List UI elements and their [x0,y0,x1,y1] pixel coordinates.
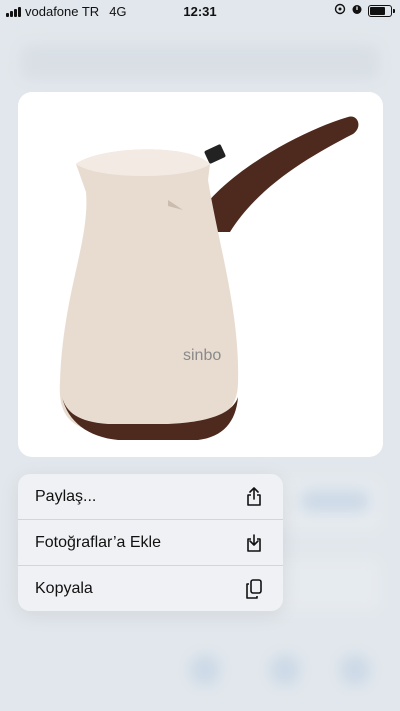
image-preview: sinbo [18,92,383,457]
context-menu: Paylaş... Fotoğraflar’a Ekle Kopyala [18,474,283,611]
alarm-icon [351,3,363,18]
share-menu-item[interactable]: Paylaş... [18,474,283,520]
copy-label: Kopyala [35,579,93,597]
save-to-photos-label: Fotoğraflar’a Ekle [35,533,161,551]
share-label: Paylaş... [35,487,97,505]
save-to-photos-menu-item[interactable]: Fotoğraflar’a Ekle [18,520,283,566]
battery-icon [368,4,395,17]
location-icon [334,3,346,18]
share-icon [243,486,265,508]
copy-menu-item[interactable]: Kopyala [18,566,283,611]
brand-logo: sinbo [183,347,221,364]
status-bar: vodafone TR 4G 12:31 [0,0,400,22]
save-to-photos-icon [243,532,265,554]
copy-icon [243,578,265,600]
coffee-pot-image: sinbo [59,116,359,440]
